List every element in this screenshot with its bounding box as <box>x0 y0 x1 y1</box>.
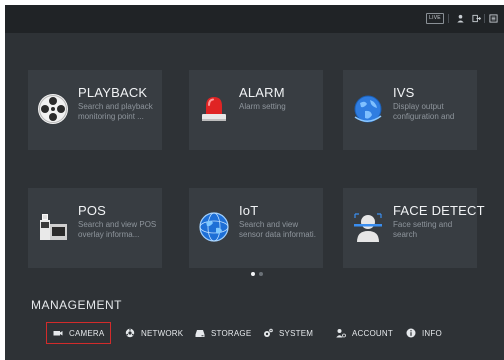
main-menu-screen: LIVE PLAYBACK Search and playback monito… <box>5 5 504 360</box>
tile-pos[interactable]: POS Search and view POS overlay informa.… <box>28 188 162 268</box>
tile-title: IVS <box>393 85 415 100</box>
management-item-camera[interactable]: CAMERA <box>46 322 112 344</box>
management-heading: MANAGEMENT <box>31 298 123 312</box>
info-icon <box>406 328 416 338</box>
management-item-label: STORAGE <box>211 328 252 338</box>
tile-playback[interactable]: PLAYBACK Search and playback monitoring … <box>28 70 162 150</box>
alarm-siren-icon <box>202 97 226 121</box>
account-icon <box>336 329 346 338</box>
pos-terminal-icon <box>40 214 67 240</box>
page-dot-active[interactable] <box>251 272 255 276</box>
tile-description: Search and view sensor data informati. <box>239 220 316 239</box>
globe-icon <box>354 95 382 123</box>
tile-title: POS <box>78 203 107 218</box>
face-detect-icon <box>354 213 382 242</box>
management-item-info[interactable]: INFO <box>406 322 442 344</box>
topbar-divider <box>484 14 485 23</box>
tile-description: Alarm setting <box>239 102 286 111</box>
topbar-divider <box>448 14 449 23</box>
management-item-account[interactable]: ACCOUNT <box>336 322 393 344</box>
network-icon <box>125 328 135 338</box>
live-button[interactable]: LIVE <box>426 13 444 24</box>
top-bar: LIVE <box>5 5 504 33</box>
management-item-label: CAMERA <box>69 328 105 338</box>
logout-icon[interactable] <box>472 14 481 23</box>
storage-icon <box>195 330 205 337</box>
tile-title: PLAYBACK <box>78 85 148 100</box>
tile-face-detect[interactable]: FACE DETECT Face setting and search <box>343 188 485 268</box>
management-item-storage[interactable]: STORAGE <box>195 322 251 344</box>
tile-ivs[interactable]: IVS Display output configuration and <box>343 70 477 150</box>
tile-title: IoT <box>239 203 259 218</box>
tile-iot[interactable]: IoT Search and view sensor data informat… <box>189 188 323 268</box>
management-item-label: ACCOUNT <box>352 328 393 338</box>
management-item-label: SYSTEM <box>279 328 314 338</box>
tile-description: Search and playback monitoring point ... <box>78 102 153 121</box>
management-item-network[interactable]: NETWORK <box>125 322 183 344</box>
iot-globe-icon <box>199 212 229 242</box>
management-item-label: NETWORK <box>141 328 184 338</box>
user-icon[interactable] <box>456 14 465 23</box>
tile-description: Face setting and search <box>393 220 453 239</box>
camera-icon <box>53 331 63 336</box>
management-item-label: INFO <box>422 328 442 338</box>
tile-alarm[interactable]: ALARM Alarm setting <box>189 70 323 150</box>
tile-title: FACE DETECT <box>393 203 485 218</box>
tile-title: ALARM <box>239 85 285 100</box>
gear-icon <box>264 328 273 337</box>
menu-icon[interactable] <box>489 14 498 23</box>
tile-description: Search and view POS overlay informa... <box>78 220 157 239</box>
management-item-system[interactable]: SYSTEM <box>263 322 313 344</box>
film-reel-icon <box>38 94 68 124</box>
page-dot[interactable] <box>259 272 263 276</box>
tile-description: Display output configuration and <box>393 102 455 121</box>
